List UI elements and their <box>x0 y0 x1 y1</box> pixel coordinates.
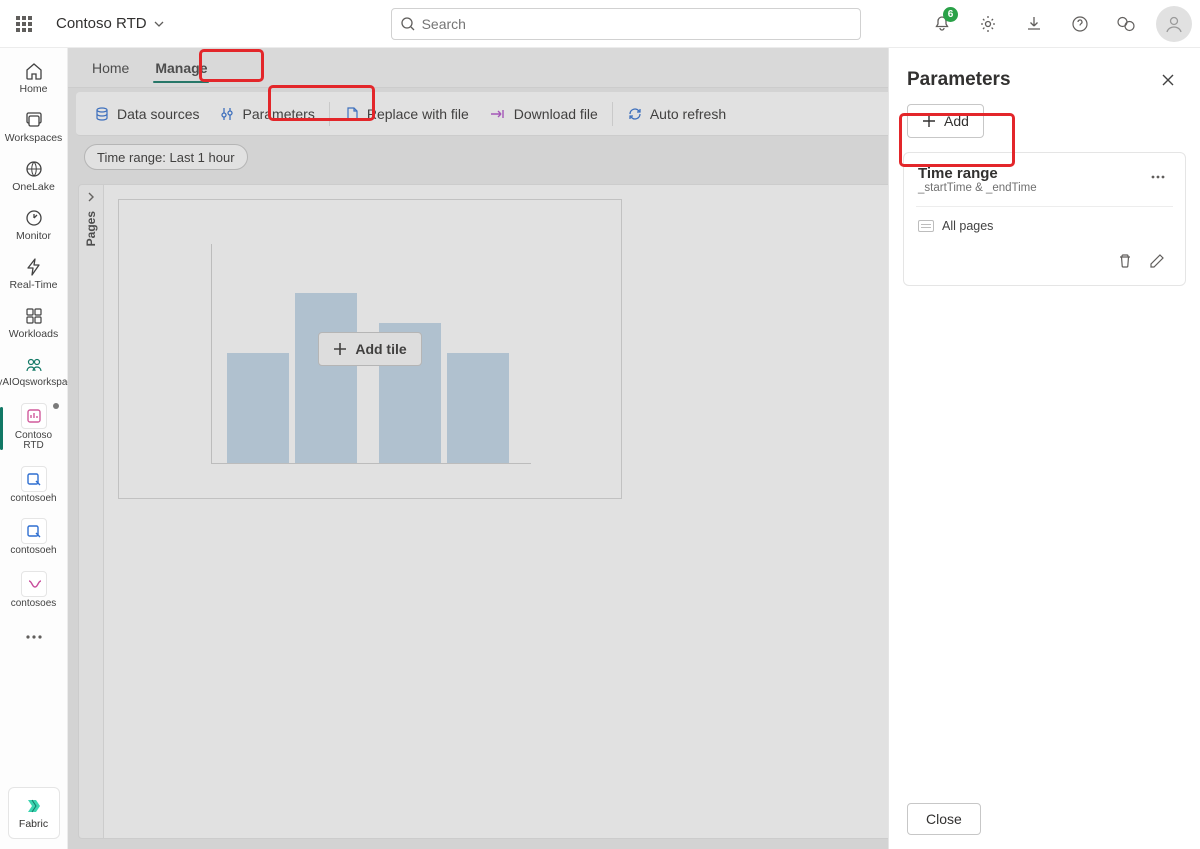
pages-gutter[interactable]: Pages <box>78 184 104 839</box>
rail-label: Fabric <box>19 818 48 830</box>
parameter-more-button[interactable] <box>1145 165 1171 189</box>
dashboard-icon <box>21 403 47 429</box>
rail-onelake[interactable]: OneLake <box>4 152 64 201</box>
status-dot-icon <box>53 403 59 409</box>
pill-time-range[interactable]: Time range: Last 1 hour <box>84 144 248 170</box>
global-search[interactable] <box>391 8 861 40</box>
rail-my-workspace[interactable]: myAIOqsworkspace <box>4 348 64 397</box>
edit-parameter-button[interactable] <box>1143 247 1171 275</box>
workspace-name: Contoso RTD <box>56 15 147 32</box>
eventhouse-icon <box>21 518 47 544</box>
rail-fabric-button[interactable]: Fabric <box>8 787 60 839</box>
rail-label: Workspaces <box>5 133 63 144</box>
rail-label: Workloads <box>9 329 58 340</box>
pages-label: Pages <box>84 211 98 246</box>
rail-contoso-rtd[interactable]: Contoso RTD <box>4 397 64 460</box>
rail-contosoes[interactable]: contosoes <box>4 565 64 618</box>
rail-workloads[interactable]: Workloads <box>4 299 64 348</box>
trash-icon <box>1117 253 1133 269</box>
search-icon <box>400 16 416 32</box>
rail-label: Contoso RTD <box>4 431 64 452</box>
eventstream-icon <box>21 571 47 597</box>
workloads-icon <box>24 306 44 326</box>
notifications-button[interactable]: 6 <box>920 4 964 44</box>
rail-contosoeh-2[interactable]: contosoeh <box>4 512 64 565</box>
rail-realtime[interactable]: Real-Time <box>4 250 64 299</box>
search-input[interactable] <box>422 16 852 32</box>
file-replace-icon <box>344 106 360 122</box>
person-icon <box>1163 13 1185 35</box>
account-button[interactable] <box>1156 6 1192 42</box>
ellipsis-icon <box>26 635 42 639</box>
toolbar-auto-refresh[interactable]: Auto refresh <box>617 98 736 130</box>
rail-label: Monitor <box>16 231 51 242</box>
parameter-pages-scope: All pages <box>918 219 1171 233</box>
settings-button[interactable] <box>966 4 1010 44</box>
toolbar-replace-file[interactable]: Replace with file <box>334 98 479 130</box>
rail-label: contosoes <box>11 599 57 610</box>
onelake-icon <box>24 159 44 179</box>
close-icon <box>1161 73 1175 87</box>
chevron-right-icon <box>85 191 97 203</box>
help-button[interactable] <box>1058 4 1102 44</box>
workspace-dropdown[interactable]: Contoso RTD <box>48 11 173 36</box>
rail-label: Home <box>19 84 47 95</box>
delete-parameter-button[interactable] <box>1111 247 1139 275</box>
export-icon <box>489 107 507 121</box>
notification-badge: 6 <box>943 7 958 22</box>
eventhouse-icon <box>21 466 47 492</box>
parameters-panel: Parameters Add Time range _startTime & _… <box>888 48 1200 849</box>
plus-icon <box>333 342 347 356</box>
refresh-icon <box>627 106 643 122</box>
parameters-icon <box>219 106 235 122</box>
parameter-name: Time range <box>918 165 1037 182</box>
rail-workspaces[interactable]: Workspaces <box>4 103 64 152</box>
ellipsis-icon <box>1151 175 1165 179</box>
feedback-button[interactable] <box>1104 4 1148 44</box>
monitor-icon <box>24 208 44 228</box>
rail-more-button[interactable] <box>14 623 54 651</box>
chevron-down-icon <box>153 18 165 30</box>
rail-home[interactable]: Home <box>4 54 64 103</box>
database-icon <box>94 106 110 122</box>
top-bar: Contoso RTD 6 <box>0 0 1200 48</box>
pages-icon <box>918 220 934 232</box>
left-nav-rail: Home Workspaces OneLake Monitor Real-Tim… <box>0 48 68 849</box>
panel-close-footer-button[interactable]: Close <box>907 803 981 835</box>
bolt-icon <box>24 257 44 277</box>
question-icon <box>1071 15 1089 33</box>
panel-close-button[interactable] <box>1154 66 1182 94</box>
gear-icon <box>978 14 998 34</box>
toolbar-download-file[interactable]: Download file <box>479 98 608 130</box>
panel-title: Parameters <box>907 69 1011 91</box>
add-tile-button[interactable]: Add tile <box>318 332 421 366</box>
tab-home[interactable]: Home <box>80 48 141 87</box>
home-icon <box>24 61 44 81</box>
rail-label: contosoeh <box>10 494 56 505</box>
pencil-icon <box>1149 253 1165 269</box>
empty-tile[interactable]: Add tile <box>118 199 622 499</box>
parameter-variables: _startTime & _endTime <box>918 182 1037 194</box>
rail-contosoeh-1[interactable]: contosoeh <box>4 460 64 513</box>
smiley-icon <box>1116 15 1136 33</box>
people-icon <box>24 355 44 375</box>
rail-label: contosoeh <box>10 546 56 557</box>
toolbar-parameters[interactable]: Parameters <box>209 98 324 130</box>
rail-monitor[interactable]: Monitor <box>4 201 64 250</box>
rail-label: myAIOqsworkspace <box>0 378 78 389</box>
app-launcher-button[interactable] <box>8 8 40 40</box>
download-icon <box>1025 15 1043 33</box>
plus-icon <box>922 114 936 128</box>
fabric-icon <box>24 796 44 816</box>
workspaces-icon <box>24 110 44 130</box>
toolbar-data-sources[interactable]: Data sources <box>84 98 209 130</box>
rail-label: OneLake <box>12 182 55 193</box>
download-button[interactable] <box>1012 4 1056 44</box>
waffle-icon <box>16 16 32 32</box>
tab-manage[interactable]: Manage <box>143 48 219 87</box>
rail-label: Real-Time <box>9 280 57 291</box>
add-parameter-button[interactable]: Add <box>907 104 984 138</box>
parameter-card: Time range _startTime & _endTime All pag… <box>903 152 1186 286</box>
